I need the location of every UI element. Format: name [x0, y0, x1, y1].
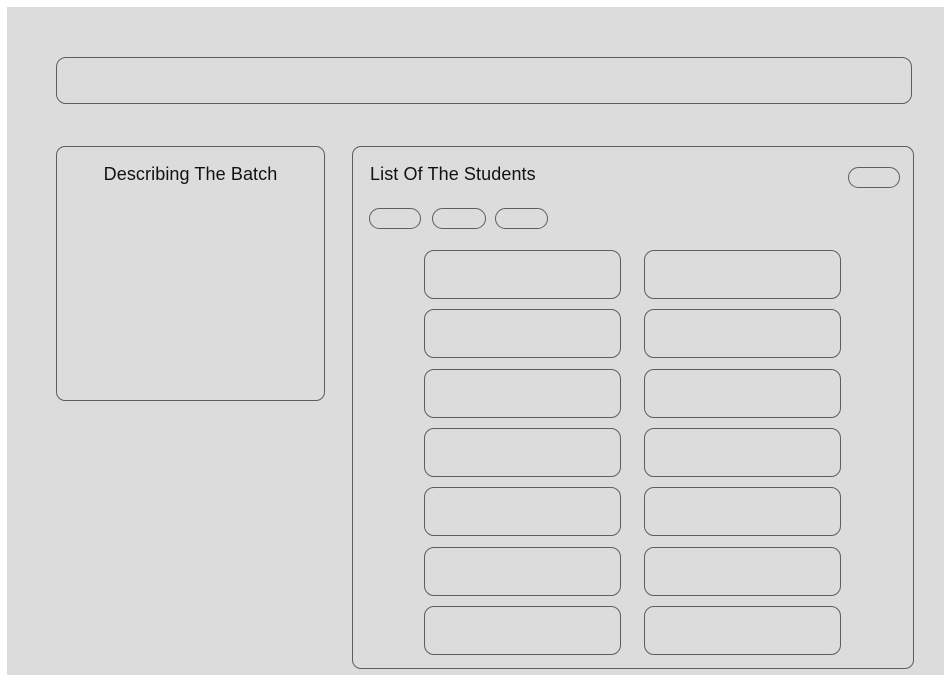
filter-button-2[interactable] — [432, 208, 486, 229]
students-list-panel: List Of The Students — [352, 146, 914, 669]
student-card[interactable] — [644, 428, 841, 477]
batch-description-panel: Describing The Batch — [56, 146, 325, 401]
student-card[interactable] — [644, 547, 841, 596]
student-card[interactable] — [424, 428, 621, 477]
student-card[interactable] — [424, 547, 621, 596]
student-card[interactable] — [424, 369, 621, 418]
student-card[interactable] — [644, 369, 841, 418]
filter-button-1[interactable] — [369, 208, 421, 229]
student-card[interactable] — [424, 606, 621, 655]
panel-action-button[interactable] — [848, 167, 900, 188]
student-card[interactable] — [644, 250, 841, 299]
student-card[interactable] — [644, 309, 841, 358]
student-card[interactable] — [424, 487, 621, 536]
student-card[interactable] — [424, 250, 621, 299]
students-panel-title: List Of The Students — [370, 164, 536, 184]
batch-panel-title: Describing The Batch — [103, 164, 278, 184]
student-card[interactable] — [644, 487, 841, 536]
student-card[interactable] — [424, 309, 621, 358]
filter-button-3[interactable] — [495, 208, 548, 229]
student-card[interactable] — [644, 606, 841, 655]
wireframe-canvas: Describing The Batch List Of The Student… — [7, 7, 944, 675]
header-bar — [56, 57, 912, 104]
